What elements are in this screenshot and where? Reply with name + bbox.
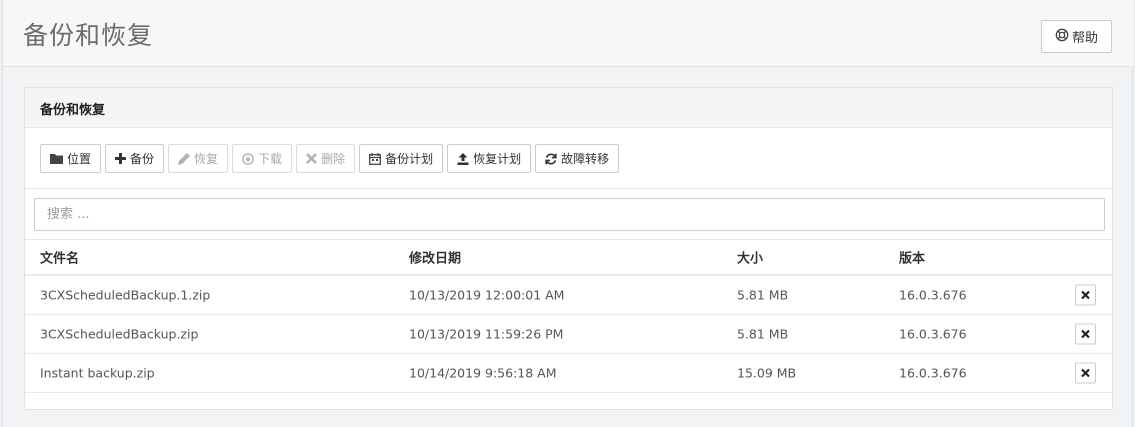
folder-icon	[50, 153, 63, 164]
page-header: 备份和恢复 帮助	[3, 0, 1134, 67]
times-icon	[306, 153, 317, 164]
table-row[interactable]: Instant backup.zip 10/14/2019 9:56:18 AM…	[25, 354, 1112, 393]
file-size: 5.81 MB	[737, 287, 789, 303]
panel-title: 备份和恢复	[25, 88, 1112, 128]
page: 备份和恢复 帮助 备份和恢复 位置 备份 恢复 下载 删除 备份计划 恢复计划 …	[2, 0, 1134, 427]
backup-schedule-label: 备份计划	[385, 152, 434, 166]
plus-icon	[115, 153, 127, 164]
location-label: 位置	[67, 152, 92, 166]
upload-icon	[457, 152, 469, 165]
backup-panel: 备份和恢复 位置 备份 恢复 下载 删除 备份计划 恢复计划 故障转移 搜索 .…	[24, 87, 1113, 410]
toolbar: 位置 备份 恢复 下载 删除 备份计划 恢复计划 故障转移	[40, 144, 620, 174]
schedule-icon	[369, 152, 382, 165]
file-name: Instant backup.zip	[40, 365, 155, 381]
times-icon	[1081, 366, 1090, 381]
version: 16.0.3.676	[899, 287, 967, 303]
times-icon	[1081, 288, 1090, 303]
backup-table: 文件名 修改日期 大小 版本 3CXScheduledBackup.1.zip …	[25, 239, 1112, 393]
table-header: 文件名 修改日期 大小 版本	[25, 239, 1112, 276]
backup-schedule-button[interactable]: 备份计划	[359, 144, 444, 173]
version: 16.0.3.676	[899, 326, 967, 342]
backup-label: 备份	[130, 152, 155, 166]
delete-button[interactable]: 删除	[296, 144, 356, 173]
file-size: 15.09 MB	[737, 365, 797, 381]
divider	[25, 188, 1112, 189]
download-button[interactable]: 下载	[232, 144, 293, 173]
page-title: 备份和恢复	[23, 21, 154, 50]
search-input[interactable]	[34, 198, 1105, 231]
table-row[interactable]: 3CXScheduledBackup.1.zip 10/13/2019 12:0…	[25, 276, 1112, 315]
delete-label: 删除	[321, 152, 346, 166]
download-circle-icon	[242, 152, 254, 165]
file-name: 3CXScheduledBackup.1.zip	[40, 287, 211, 303]
modified-date: 10/14/2019 9:56:18 AM	[409, 365, 557, 381]
pencil-icon	[178, 152, 191, 165]
restore-label: 恢复	[194, 152, 219, 166]
restore-schedule-button[interactable]: 恢复计划	[447, 144, 532, 173]
download-label: 下载	[258, 152, 283, 166]
delete-row-button[interactable]	[1075, 284, 1096, 306]
failover-label: 故障转移	[561, 152, 610, 166]
lifebuoy-icon	[1055, 28, 1069, 46]
help-button[interactable]: 帮助	[1041, 20, 1112, 53]
help-label: 帮助	[1071, 31, 1098, 46]
header-version[interactable]: 版本	[899, 248, 925, 267]
file-size: 5.81 MB	[737, 326, 789, 342]
modified-date: 10/13/2019 11:59:26 PM	[409, 326, 564, 342]
delete-row-button[interactable]	[1075, 362, 1096, 384]
delete-row-button[interactable]	[1075, 323, 1096, 345]
modified-date: 10/13/2019 12:00:01 AM	[409, 287, 565, 303]
backup-button[interactable]: 备份	[105, 144, 165, 173]
refresh-icon	[545, 153, 557, 165]
times-icon	[1081, 327, 1090, 342]
failover-button[interactable]: 故障转移	[535, 144, 620, 173]
location-button[interactable]: 位置	[40, 144, 102, 173]
header-size[interactable]: 大小	[737, 248, 763, 267]
restore-button[interactable]: 恢复	[168, 144, 229, 173]
table-row[interactable]: 3CXScheduledBackup.zip 10/13/2019 11:59:…	[25, 315, 1112, 354]
header-filename[interactable]: 文件名	[40, 248, 79, 267]
file-name: 3CXScheduledBackup.zip	[40, 326, 199, 342]
version: 16.0.3.676	[899, 365, 967, 381]
restore-schedule-label: 恢复计划	[473, 152, 522, 166]
header-modified[interactable]: 修改日期	[409, 248, 461, 267]
